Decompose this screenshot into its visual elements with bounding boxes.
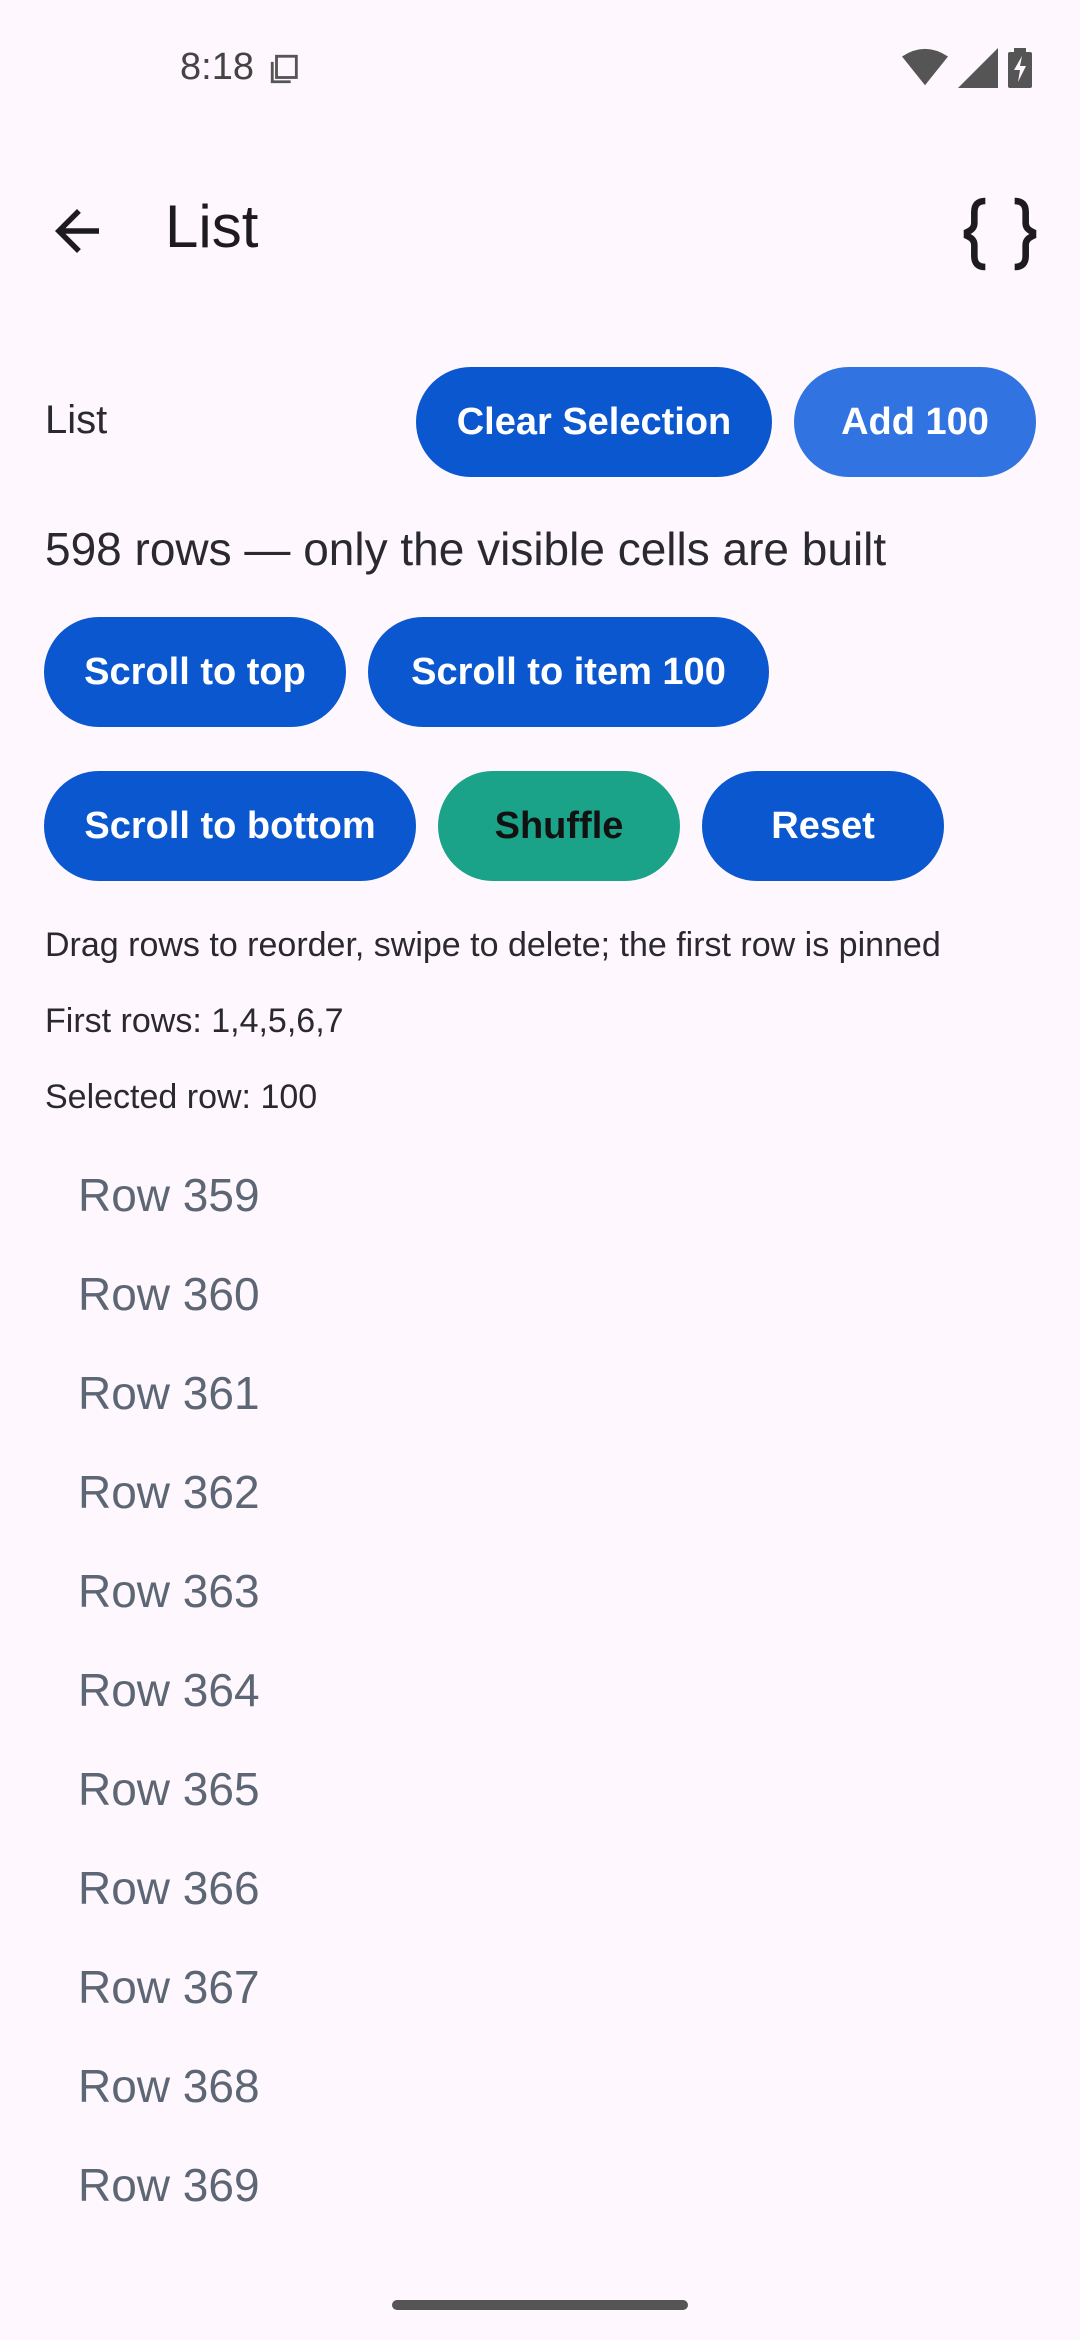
- arrow-back-icon[interactable]: [44, 198, 110, 264]
- list-item[interactable]: Row 361: [78, 1358, 260, 1457]
- clear-selection-button[interactable]: Clear Selection: [416, 367, 772, 477]
- top-app-bar: List: [0, 170, 1080, 280]
- list-item[interactable]: Row 369: [78, 2150, 260, 2249]
- wifi-icon: [902, 48, 948, 86]
- add-100-button[interactable]: Add 100: [794, 367, 1036, 477]
- first-rows-text: First rows: 1,4,5,6,7: [45, 1002, 344, 1040]
- gesture-nav-handle[interactable]: [392, 2300, 688, 2310]
- signal-icon: [958, 48, 998, 88]
- shuffle-button[interactable]: Shuffle: [438, 771, 680, 881]
- page-title: List: [165, 193, 259, 260]
- hint-text: Drag rows to reorder, swipe to delete; t…: [45, 926, 941, 964]
- code-braces-icon[interactable]: [956, 190, 1044, 278]
- battery-charging-icon: [1008, 48, 1032, 88]
- status-time: 8:18: [180, 46, 254, 88]
- list-item[interactable]: Row 367: [78, 1952, 260, 2051]
- list-item[interactable]: Row 364: [78, 1655, 260, 1754]
- list-label: List: [45, 398, 108, 442]
- row-count-info: 598 rows — only the visible cells are bu…: [45, 523, 887, 575]
- list-item[interactable]: Row 366: [78, 1853, 260, 1952]
- list-item[interactable]: Row 363: [78, 1556, 260, 1655]
- selected-row-text: Selected row: 100: [45, 1078, 318, 1116]
- list-item[interactable]: Row 360: [78, 1259, 260, 1358]
- scroll-to-top-button[interactable]: Scroll to top: [44, 617, 346, 727]
- row-list: Row 359 Row 360 Row 361 Row 362 Row 363 …: [78, 1160, 260, 2249]
- scroll-to-bottom-button[interactable]: Scroll to bottom: [44, 771, 416, 881]
- scroll-to-item-100-button[interactable]: Scroll to item 100: [368, 617, 769, 727]
- sim-card-icon: [270, 54, 298, 84]
- list-item[interactable]: Row 362: [78, 1457, 260, 1556]
- reset-button[interactable]: Reset: [702, 771, 944, 881]
- status-bar: 8:18: [0, 0, 1080, 140]
- list-item[interactable]: Row 365: [78, 1754, 260, 1853]
- list-item[interactable]: Row 359: [78, 1160, 260, 1259]
- list-item[interactable]: Row 368: [78, 2051, 260, 2150]
